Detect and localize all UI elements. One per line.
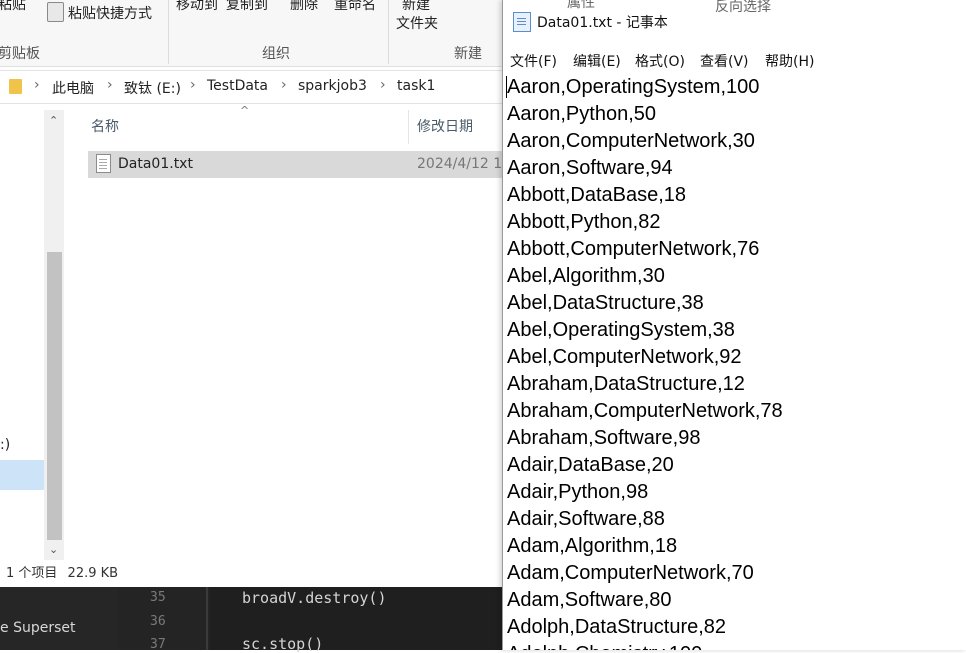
chevron-right-icon[interactable]: ›	[107, 77, 113, 93]
text-line: Abbott,Python,82	[507, 211, 661, 233]
chevron-right-icon[interactable]: ›	[380, 77, 386, 93]
scrollbar-thumb[interactable]	[47, 252, 62, 540]
status-bar: 1 个项目 22.9 KB	[6, 562, 118, 581]
nav-selected-item[interactable]	[0, 460, 44, 490]
new-group-label: 新建	[454, 46, 482, 62]
text-line: Adam,Software,80	[507, 589, 672, 611]
menu-format[interactable]: 格式(O)	[635, 51, 685, 71]
window-title: Data01.txt - 记事本	[537, 15, 668, 31]
column-header-date[interactable]: 修改日期	[417, 116, 473, 136]
file-row[interactable]: Data01.txt 2024/4/12 1	[88, 151, 502, 178]
item-size: 22.9 KB	[67, 566, 119, 581]
copy-to-button[interactable]: 复制到	[226, 0, 268, 14]
rename-button[interactable]: 重命名	[334, 0, 376, 14]
text-line: Abraham,ComputerNetwork,78	[507, 400, 783, 422]
text-line: Abel,DataStructure,38	[507, 292, 704, 314]
menu-edit[interactable]: 编辑(E)	[573, 51, 621, 71]
gutter-divider	[206, 587, 208, 650]
ribbon-separator	[168, 0, 169, 64]
line-number: 35	[150, 590, 166, 605]
text-line: Adair,Software,88	[507, 508, 665, 530]
nav-scrollbar[interactable]: ⌃ ⌄	[44, 110, 64, 560]
text-line: Abraham,Software,98	[507, 427, 701, 449]
item-count: 1 个项目	[6, 566, 58, 581]
column-header-name[interactable]: 名称	[91, 116, 119, 136]
text-line: Abbott,ComputerNetwork,76	[507, 238, 760, 260]
chevron-right-icon[interactable]: ›	[34, 77, 40, 93]
clipboard-group-label: 剪贴板	[0, 46, 40, 62]
text-line: Aaron,OperatingSystem,100	[507, 76, 760, 98]
text-line: Abbott,DataBase,18	[507, 184, 687, 206]
text-line: Abel,Algorithm,30	[507, 265, 665, 287]
folder-icon	[9, 79, 22, 94]
scroll-up-icon[interactable]: ⌃	[49, 114, 58, 127]
column-divider[interactable]	[408, 110, 409, 144]
breadcrumb-sparkjob3[interactable]: sparkjob3	[298, 78, 367, 94]
menu-view[interactable]: 查看(V)	[700, 51, 749, 71]
text-line: Aaron,Software,94	[507, 157, 673, 179]
nav-drive-label[interactable]: :)	[0, 437, 10, 453]
explorer-ribbon: 粘贴 粘贴快捷方式 移动到 复制到 删除 重命名 新建 文件夹 剪贴板 组织 新…	[0, 0, 502, 67]
text-line: Abel,ComputerNetwork,92	[507, 346, 742, 368]
text-line: Adolph,Chemistry,100	[507, 641, 965, 650]
project-name[interactable]: e Superset	[0, 620, 75, 636]
file-date: 2024/4/12 1	[417, 156, 503, 172]
scroll-down-icon[interactable]: ⌄	[49, 543, 58, 556]
new-folder-button[interactable]: 文件夹	[396, 13, 438, 33]
paste-button[interactable]: 粘贴	[0, 0, 26, 14]
paste-shortcut-button[interactable]: 粘贴快捷方式	[68, 3, 152, 23]
address-bar[interactable]: › 此电脑 › 致钛 (E:) › TestData › sparkjob3 ›…	[0, 70, 502, 104]
text-line: Aaron,ComputerNetwork,30	[507, 130, 755, 152]
sort-ascending-icon: ^	[240, 104, 250, 117]
new-item-button[interactable]: 新建	[402, 0, 430, 14]
organize-group-label: 组织	[262, 46, 290, 62]
paste-shortcut-icon	[47, 2, 64, 22]
text-line: Adam,Algorithm,18	[507, 535, 678, 557]
project-panel: e Superset	[0, 587, 118, 650]
text-line: Abraham,DataStructure,12	[507, 373, 745, 395]
text-line: Adair,Python,98	[507, 481, 649, 503]
chevron-right-icon[interactable]: ›	[190, 77, 196, 93]
text-line: Adolph,DataStructure,82	[507, 616, 727, 638]
code-editor: e Superset 35 broadV.destroy() 36 37 sc.…	[0, 587, 502, 653]
text-line: Adair,DataBase,20	[507, 454, 674, 476]
line-number: 36	[150, 614, 166, 629]
text-line: Adam,ComputerNetwork,70	[507, 562, 754, 584]
delete-button[interactable]: 删除	[290, 0, 318, 14]
text-line: Abel,OperatingSystem,38	[507, 319, 735, 341]
text-line: Aaron,Python,50	[507, 103, 656, 125]
notepad-titlebar[interactable]: Data01.txt - 记事本	[503, 10, 966, 38]
breadcrumb-testdata[interactable]: TestData	[207, 78, 268, 94]
move-to-button[interactable]: 移动到	[176, 0, 218, 14]
ribbon-separator	[388, 0, 389, 64]
menu-file[interactable]: 文件(F)	[510, 51, 557, 71]
text-area[interactable]: Aaron,OperatingSystem,100 Aaron,Python,50…	[507, 74, 965, 650]
breadcrumb-drive[interactable]: 致钛 (E:)	[124, 78, 181, 98]
menu-help[interactable]: 帮助(H)	[765, 51, 814, 71]
text-file-icon	[96, 154, 111, 173]
code-line[interactable]: broadV.destroy()	[242, 589, 387, 607]
menu-bar: 文件(F) 编辑(E) 格式(O) 查看(V) 帮助(H)	[503, 50, 966, 72]
code-line[interactable]: sc.stop()	[242, 635, 323, 653]
breadcrumb-this-pc[interactable]: 此电脑	[52, 78, 94, 98]
notepad-icon	[513, 12, 531, 32]
breadcrumb-task1[interactable]: task1	[397, 78, 435, 94]
notepad-window[interactable]: 属性 反向选择 Data01.txt - 记事本 文件(F) 编辑(E) 格式(…	[502, 0, 966, 650]
chevron-right-icon[interactable]: ›	[281, 77, 287, 93]
file-name[interactable]: Data01.txt	[118, 156, 193, 172]
